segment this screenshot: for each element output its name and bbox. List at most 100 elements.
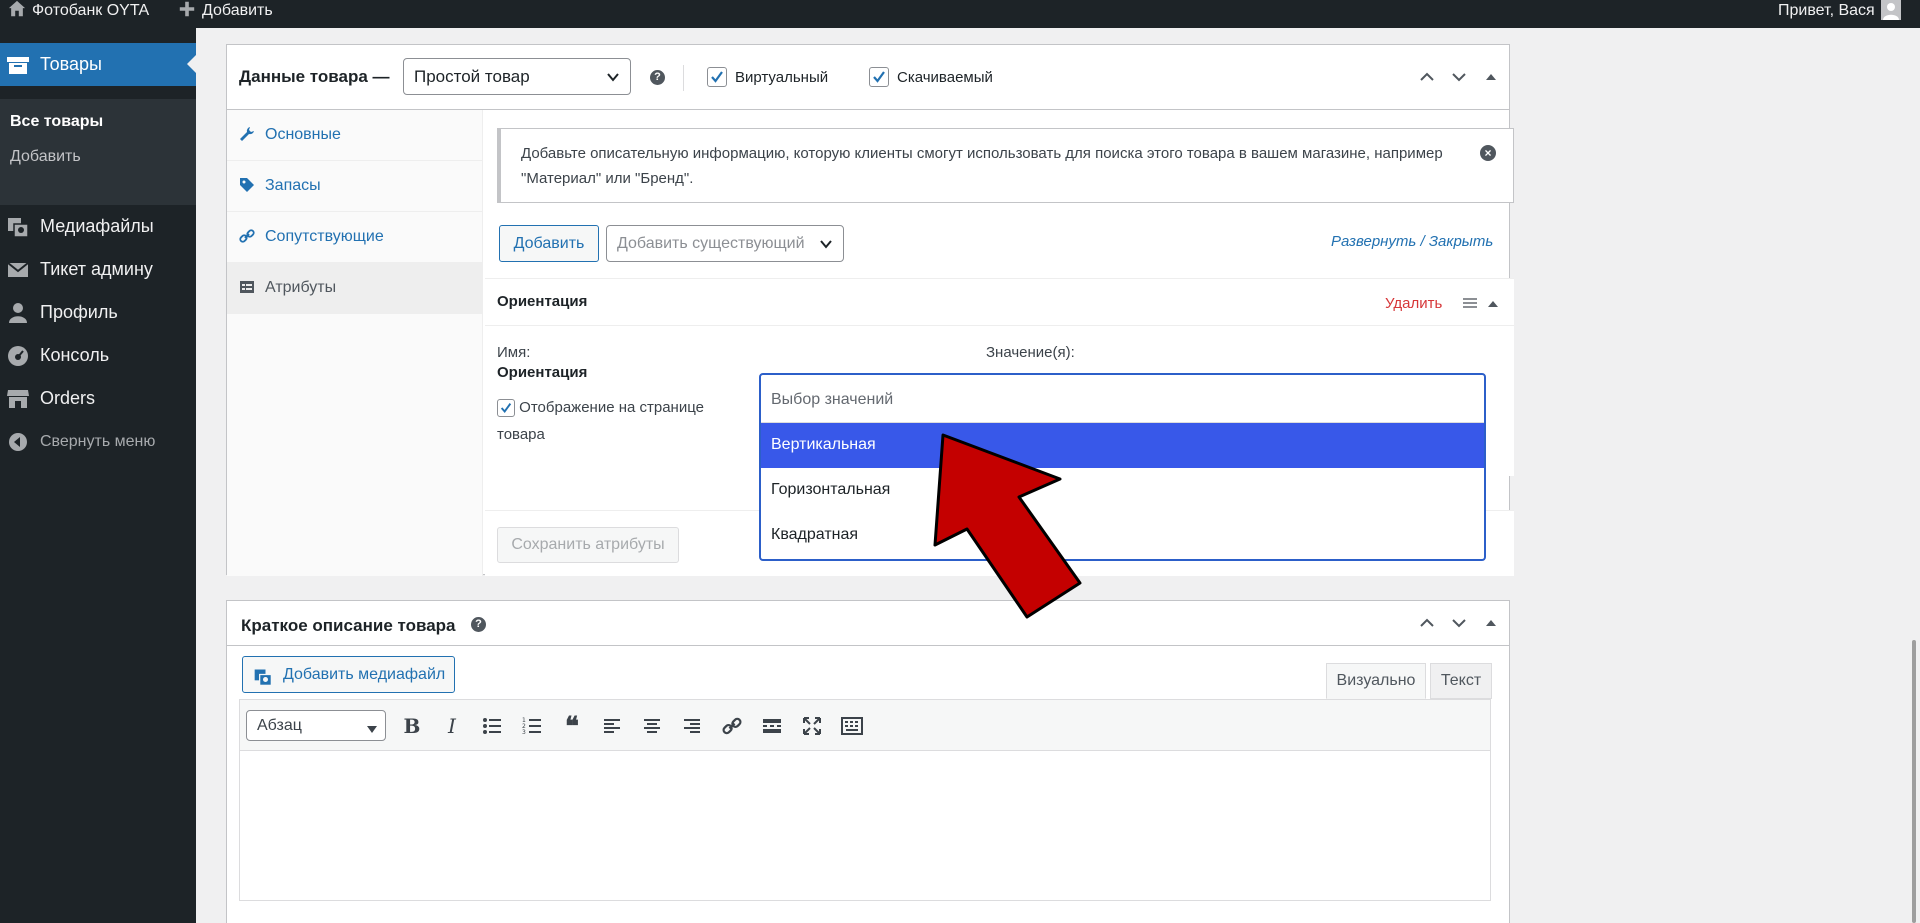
dismiss-icon[interactable]: × bbox=[1480, 145, 1496, 161]
name-label: Имя: bbox=[497, 344, 531, 361]
chevron-down-icon bbox=[606, 69, 620, 89]
align-right-icon[interactable] bbox=[680, 714, 704, 738]
svg-text:3: 3 bbox=[522, 729, 526, 735]
sidebar-item-label: Медиафайлы bbox=[40, 216, 154, 236]
numbered-list-icon[interactable]: 123 bbox=[520, 714, 544, 738]
tab-text[interactable]: Текст bbox=[1430, 663, 1492, 699]
sidebar-item-media[interactable]: Медиафайлы bbox=[0, 205, 196, 248]
add-new-link[interactable]: Добавить bbox=[178, 0, 273, 28]
tab-label: Атрибуты bbox=[265, 279, 337, 296]
attribute-values-dropdown[interactable]: Выбор значений Вертикальная Горизонтальн… bbox=[759, 373, 1486, 561]
collapse-icon bbox=[6, 430, 30, 454]
help-icon[interactable]: ? bbox=[650, 70, 665, 85]
wrench-icon bbox=[239, 126, 255, 142]
italic-icon[interactable]: I bbox=[440, 714, 464, 738]
save-attributes-button[interactable]: Сохранить атрибуты bbox=[497, 527, 679, 563]
product-type-select[interactable]: Простой товар bbox=[403, 58, 631, 95]
short-description-header: Краткое описание товара ? bbox=[227, 601, 1509, 646]
box-handle-buttons bbox=[1417, 613, 1501, 633]
link-icon[interactable] bbox=[720, 714, 744, 738]
link-icon bbox=[239, 228, 255, 244]
submenu-all-products[interactable]: Все товары bbox=[10, 113, 103, 131]
tab-general[interactable]: Основные bbox=[227, 110, 483, 161]
toolbar-toggle-icon[interactable] bbox=[840, 714, 864, 738]
admin-bar: Фотобанк OYTA Добавить Привет, Вася bbox=[0, 0, 1920, 28]
tab-inventory[interactable]: Запасы bbox=[227, 161, 483, 212]
archive-icon bbox=[6, 53, 30, 77]
tab-visual[interactable]: Визуально bbox=[1326, 663, 1426, 699]
blockquote-icon[interactable]: ❝ bbox=[560, 711, 584, 741]
box-handle-buttons bbox=[1417, 67, 1501, 87]
email-icon bbox=[6, 258, 30, 282]
visible-on-page-checkbox[interactable]: Отображение на странице товара bbox=[497, 394, 717, 448]
read-more-icon[interactable] bbox=[760, 714, 784, 738]
bullet-list-icon[interactable] bbox=[480, 714, 504, 738]
add-existing-attribute-select[interactable]: Добавить существующий bbox=[606, 225, 844, 262]
dropdown-option[interactable]: Вертикальная bbox=[761, 423, 1484, 468]
fullscreen-icon[interactable] bbox=[800, 714, 824, 738]
attribute-title: Ориентация bbox=[497, 293, 588, 310]
short-description-editor[interactable] bbox=[239, 751, 1491, 901]
select-placeholder: Добавить существующий bbox=[617, 235, 805, 252]
tab-label: Сопутствующие bbox=[265, 228, 384, 245]
product-data-tabs: Основные Запасы Сопутствующие Атрибуты bbox=[227, 110, 483, 576]
add-attribute-button[interactable]: Добавить bbox=[499, 225, 599, 262]
add-new-label: Добавить bbox=[202, 2, 273, 19]
products-submenu: Все товары Добавить bbox=[0, 99, 196, 205]
sidebar-item-orders[interactable]: Orders bbox=[0, 377, 196, 420]
add-media-button[interactable]: Добавить медиафайл bbox=[242, 656, 455, 693]
values-label: Значение(я): bbox=[986, 344, 1075, 361]
sidebar-item-ticket[interactable]: Тикет админу bbox=[0, 248, 196, 291]
expand-close-link[interactable]: Развернуть / Закрыть bbox=[1331, 233, 1493, 250]
downloadable-checkbox[interactable]: Скачиваемый bbox=[869, 67, 993, 87]
sidebar-item-label: Orders bbox=[40, 388, 96, 408]
dropdown-option[interactable]: Квадратная bbox=[761, 513, 1484, 558]
checkbox-checked-icon bbox=[869, 67, 889, 87]
checkbox-checked-icon bbox=[497, 399, 515, 418]
help-icon[interactable]: ? bbox=[471, 617, 486, 632]
submenu-add-product[interactable]: Добавить bbox=[10, 148, 81, 166]
sidebar-item-profile[interactable]: Профиль bbox=[0, 291, 196, 334]
tab-linked-products[interactable]: Сопутствующие bbox=[227, 212, 483, 263]
move-down-button[interactable] bbox=[1449, 67, 1469, 87]
dashboard-icon bbox=[6, 344, 30, 368]
list-view-icon bbox=[239, 279, 255, 295]
remove-attribute-link[interactable]: Удалить bbox=[1385, 295, 1442, 312]
toggle-panel-button[interactable] bbox=[1481, 67, 1501, 87]
collapse-arrow-icon[interactable] bbox=[1487, 297, 1499, 315]
tab-label: Основные bbox=[265, 126, 341, 143]
format-select-value: Абзац bbox=[257, 717, 302, 734]
move-down-button[interactable] bbox=[1449, 613, 1469, 633]
site-name-link[interactable]: Фотобанк OYTA bbox=[8, 0, 149, 28]
attributes-info-notice: Добавьте описательную информацию, котору… bbox=[497, 128, 1514, 203]
product-data-header: Данные товара — Простой товар ? Виртуаль… bbox=[227, 45, 1509, 110]
checkbox-checked-icon bbox=[707, 67, 727, 87]
tab-label: Запасы bbox=[265, 177, 321, 194]
annotation-arrow bbox=[925, 425, 1085, 625]
sidebar-item-console[interactable]: Консоль bbox=[0, 334, 196, 377]
move-up-button[interactable] bbox=[1417, 67, 1437, 87]
sidebar-item-products[interactable]: Товары bbox=[0, 43, 196, 86]
dropdown-option[interactable]: Горизонтальная bbox=[761, 468, 1484, 513]
bold-icon[interactable]: B bbox=[400, 714, 424, 738]
format-select[interactable]: Абзац bbox=[246, 710, 386, 741]
align-center-icon[interactable] bbox=[640, 714, 664, 738]
scrollbar[interactable] bbox=[1912, 640, 1916, 923]
account-menu[interactable]: Привет, Вася bbox=[1778, 0, 1901, 28]
tab-attributes[interactable]: Атрибуты bbox=[227, 263, 483, 314]
collapse-menu-button[interactable]: Свернуть меню bbox=[0, 420, 196, 463]
short-description-title: Краткое описание товара bbox=[241, 616, 456, 635]
attribute-row-header[interactable]: Ориентация Удалить bbox=[485, 278, 1514, 326]
downloadable-label: Скачиваемый bbox=[897, 68, 993, 86]
editor-toolbar: Абзац B I 123 ❝ bbox=[239, 699, 1491, 751]
product-type-value: Простой товар bbox=[414, 67, 530, 86]
values-search-input[interactable]: Выбор значений bbox=[761, 375, 1484, 423]
toggle-panel-button[interactable] bbox=[1481, 613, 1501, 633]
tag-icon bbox=[239, 177, 255, 193]
greeting-text: Привет, Вася bbox=[1778, 2, 1875, 19]
avatar bbox=[1880, 0, 1901, 20]
virtual-checkbox[interactable]: Виртуальный bbox=[707, 67, 828, 87]
move-up-button[interactable] bbox=[1417, 613, 1437, 633]
align-left-icon[interactable] bbox=[600, 714, 624, 738]
drag-handle-icon[interactable] bbox=[1462, 296, 1478, 315]
